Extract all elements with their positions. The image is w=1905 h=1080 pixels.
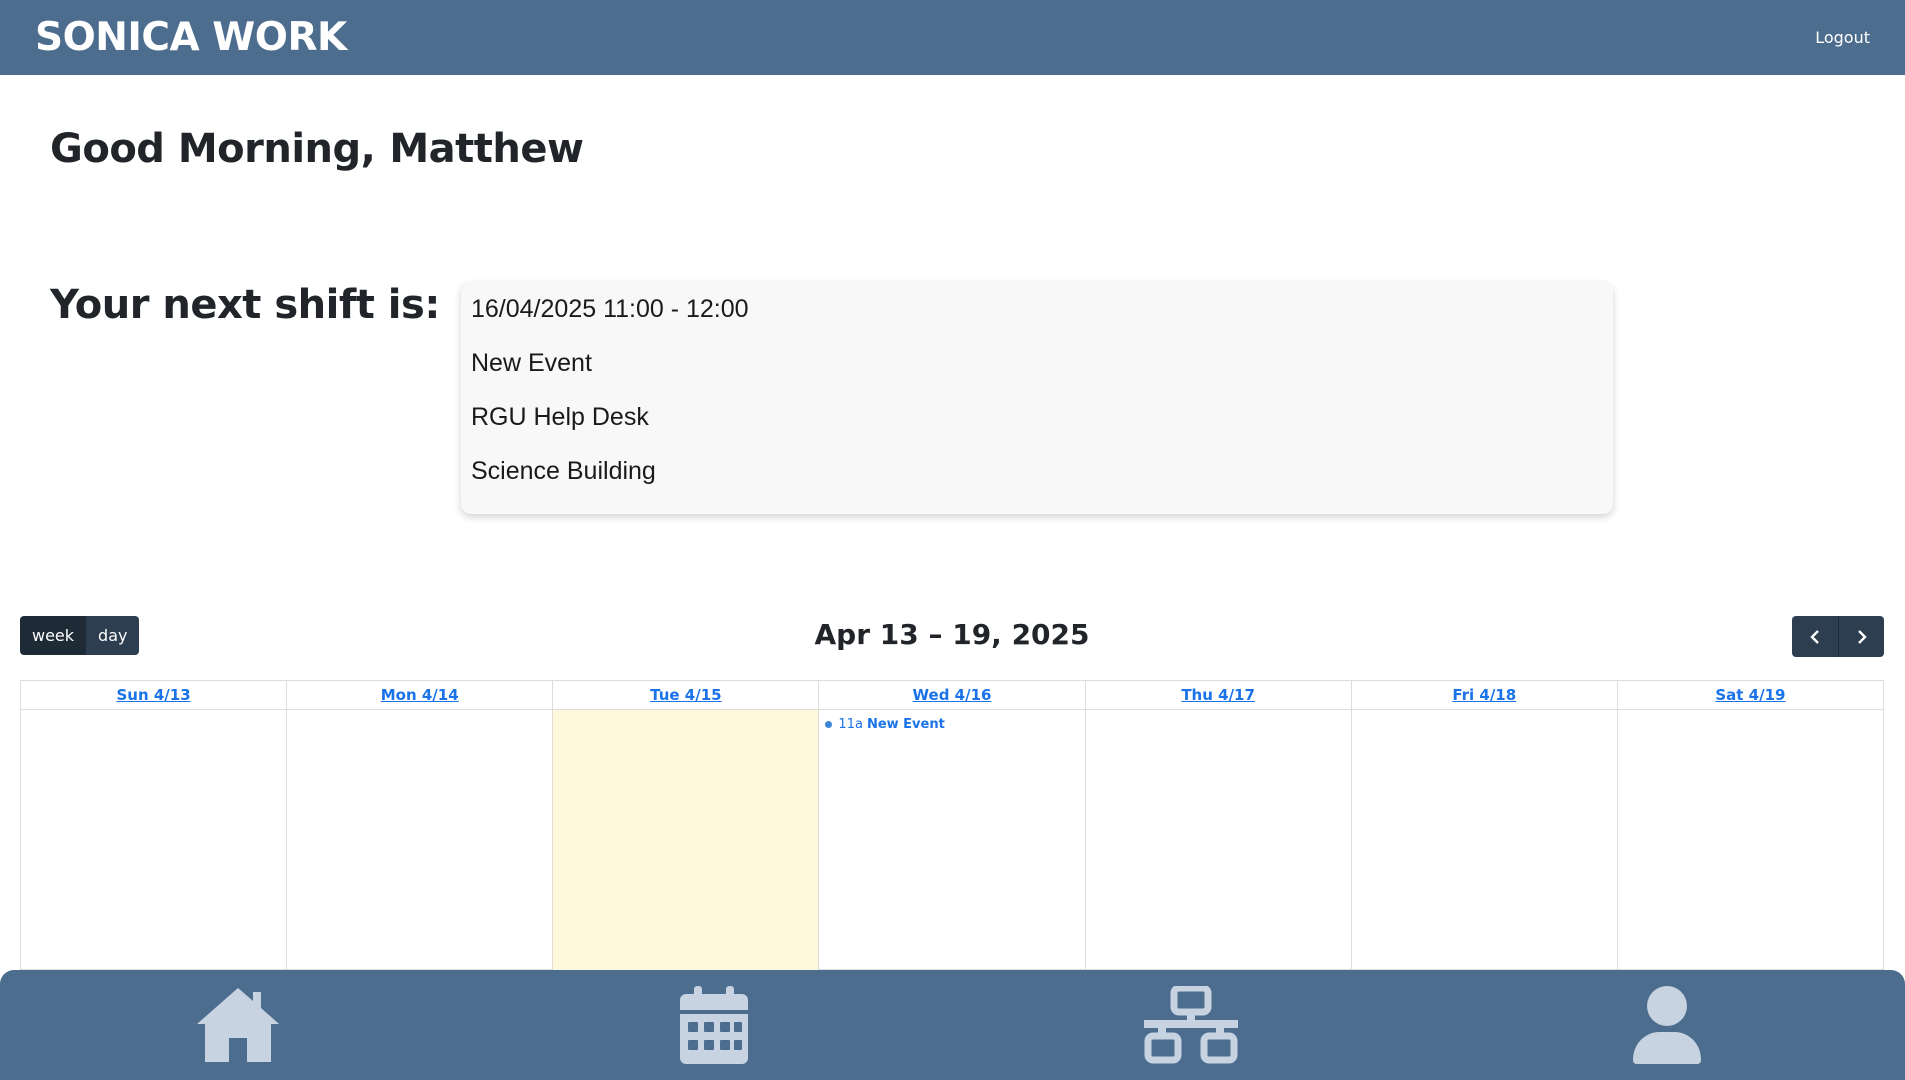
day-column: Wed 4/16 11a New Event xyxy=(818,681,1085,970)
day-column: Mon 4/14 xyxy=(286,681,553,970)
day-header-link[interactable]: Tue 4/15 xyxy=(650,686,721,704)
shift-datetime: 16/04/2025 11:00 - 12:00 xyxy=(471,295,749,323)
calendar-title: Apr 13 – 19, 2025 xyxy=(814,618,1090,651)
day-column: Sun 4/13 xyxy=(21,681,287,970)
chevron-right-icon xyxy=(1857,629,1867,644)
nav-calendar-button[interactable] xyxy=(654,975,774,1075)
next-shift-label: Your next shift is: xyxy=(50,282,440,328)
week-calendar: Sun 4/13 Mon 4/14 Tue 4/15 Wed 4/16 11a … xyxy=(20,680,1884,970)
day-header-link[interactable]: Sat 4/19 xyxy=(1715,686,1785,704)
day-cell[interactable] xyxy=(1352,710,1617,970)
day-header: Fri 4/18 xyxy=(1351,681,1617,710)
greeting-heading: Good Morning, Matthew xyxy=(50,126,584,172)
day-cell[interactable]: 11a New Event xyxy=(819,710,1084,970)
user-name: Matthew xyxy=(389,126,584,172)
day-cell[interactable] xyxy=(21,710,286,970)
day-header-link[interactable]: Fri 4/18 xyxy=(1452,686,1516,704)
app-brand[interactable]: SONICA WORK xyxy=(35,15,347,60)
event-dot-icon xyxy=(825,721,833,728)
day-cell[interactable] xyxy=(1618,710,1883,970)
event-title: New Event xyxy=(866,717,945,732)
day-header-link[interactable]: Mon 4/14 xyxy=(381,686,459,704)
nav-home-button[interactable] xyxy=(178,975,298,1075)
shift-role: RGU Help Desk xyxy=(471,403,649,431)
day-column-today: Tue 4/15 xyxy=(552,681,819,970)
user-icon xyxy=(1632,986,1701,1064)
prev-week-button[interactable] xyxy=(1792,616,1838,657)
day-header: Sun 4/13 xyxy=(21,681,287,710)
calendar-nav xyxy=(1792,616,1884,657)
chevron-left-icon xyxy=(1810,629,1819,644)
day-header-link[interactable]: Thu 4/17 xyxy=(1181,686,1255,704)
day-header: Sat 4/19 xyxy=(1617,681,1883,710)
greeting-text: Good Morning, xyxy=(50,126,376,172)
day-cell[interactable] xyxy=(553,710,819,970)
shift-location: Science Building xyxy=(471,457,656,485)
day-cell[interactable] xyxy=(1086,710,1351,970)
day-header: Wed 4/16 xyxy=(819,681,1085,710)
day-column: Sat 4/19 xyxy=(1616,681,1883,970)
nav-profile-button[interactable] xyxy=(1607,975,1727,1075)
calendar-toolbar: week day Apr 13 – 19, 2025 xyxy=(20,616,1884,657)
day-cell[interactable] xyxy=(287,710,552,970)
event-time: 11a xyxy=(838,717,863,732)
calendar-icon xyxy=(680,986,749,1064)
calendar-event[interactable]: 11a New Event xyxy=(825,717,945,732)
next-shift-card: 16/04/2025 11:00 - 12:00 New Event RGU H… xyxy=(461,282,1613,514)
nav-network-button[interactable] xyxy=(1131,975,1251,1075)
day-header-link[interactable]: Wed 4/16 xyxy=(913,686,992,704)
logout-link[interactable]: Logout xyxy=(1815,28,1870,47)
day-header-link[interactable]: Sun 4/13 xyxy=(116,686,190,704)
bottom-nav xyxy=(0,970,1905,1080)
day-header: Thu 4/17 xyxy=(1085,681,1351,710)
day-header: Mon 4/14 xyxy=(287,681,553,710)
day-column: Thu 4/17 xyxy=(1084,681,1351,970)
shift-event: New Event xyxy=(471,349,592,377)
home-icon xyxy=(197,988,280,1062)
day-header: Tue 4/15 xyxy=(553,681,819,710)
top-bar: SONICA WORK Logout xyxy=(0,0,1905,75)
network-icon xyxy=(1143,986,1238,1064)
next-week-button[interactable] xyxy=(1838,616,1884,657)
day-column: Fri 4/18 xyxy=(1350,681,1617,970)
